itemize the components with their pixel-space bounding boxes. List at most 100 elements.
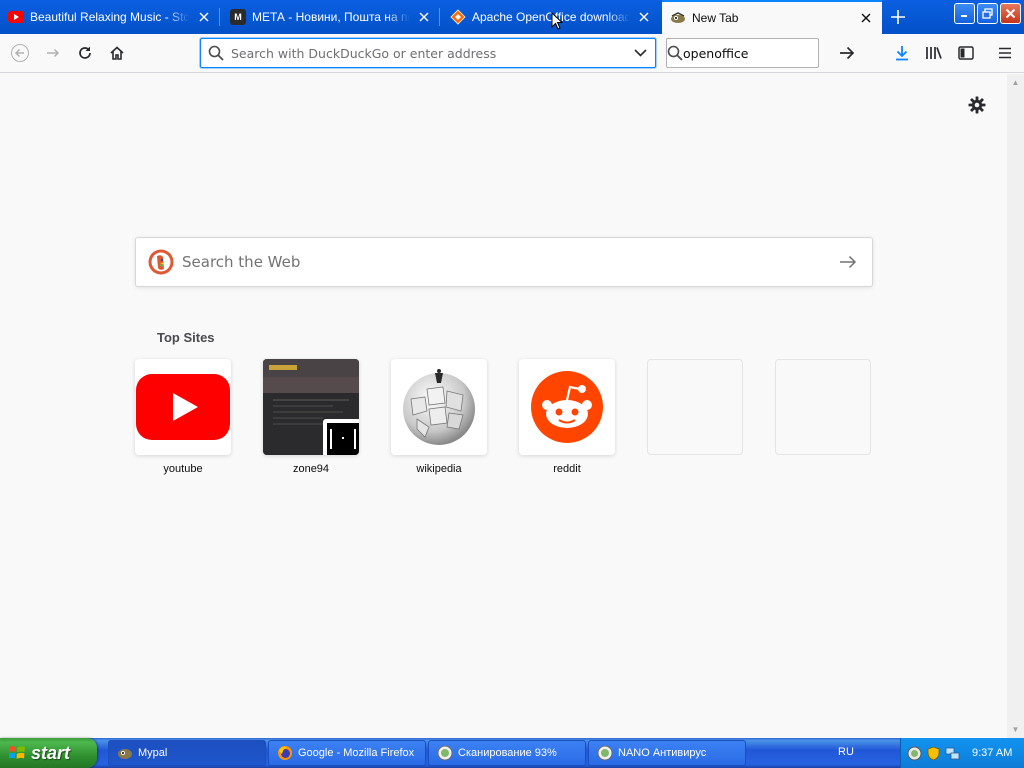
close-icon: [1005, 8, 1016, 19]
top-site-empty[interactable]: [775, 359, 871, 455]
tile-label: youtube: [163, 463, 203, 475]
gear-icon: [968, 96, 986, 114]
close-icon[interactable]: [636, 9, 652, 25]
address-input[interactable]: [231, 40, 625, 66]
taskbar-item-mypal[interactable]: Mypal: [108, 740, 266, 766]
top-site-reddit[interactable]: reddit: [519, 359, 615, 475]
minimize-button[interactable]: [954, 3, 975, 24]
restore-icon: [982, 8, 993, 19]
firefox-newtab-icon: [670, 10, 686, 26]
taskbar-item-label: Сканирование 93%: [458, 747, 557, 759]
search-submit-button[interactable]: [828, 242, 868, 282]
go-arrow-icon[interactable]: [839, 46, 855, 60]
search-icon: [667, 45, 683, 61]
top-site-empty[interactable]: [647, 359, 743, 455]
tile-thumbnail[interactable]: [263, 359, 359, 455]
downloads-button[interactable]: [887, 38, 917, 68]
mouse-cursor-icon: [551, 12, 563, 30]
address-bar[interactable]: [200, 38, 656, 68]
tab-youtube[interactable]: Beautiful Relaxing Music - Stop Overthin…: [0, 0, 220, 34]
customize-button[interactable]: [964, 92, 990, 118]
clock: 9:37 AM: [972, 747, 1013, 759]
top-site-youtube[interactable]: youtube: [135, 359, 231, 475]
scroll-down-icon[interactable]: ▼: [1011, 725, 1020, 734]
system-tray: 9:37 AM: [900, 738, 1024, 768]
taskbar-item-label: Google - Mozilla Firefox: [298, 747, 415, 759]
scroll-up-icon[interactable]: ▲: [1011, 78, 1020, 87]
library-button[interactable]: [919, 38, 949, 68]
search-bar[interactable]: [666, 38, 855, 68]
close-icon[interactable]: [196, 9, 212, 25]
mypal-icon: [118, 749, 132, 759]
tile-thumbnail[interactable]: [391, 359, 487, 455]
language-indicator[interactable]: RU: [838, 746, 854, 758]
download-icon: [896, 46, 908, 61]
taskbar-item-firefox[interactable]: Google - Mozilla Firefox: [268, 740, 426, 766]
go-arrow-icon: [840, 255, 857, 269]
taskbar-item-nano[interactable]: NANO Антивирус: [588, 740, 746, 766]
empty-tile-placeholder[interactable]: [775, 359, 871, 455]
tab-title: МЕТА - Новини, Пошта на порталі: [252, 10, 410, 24]
home-icon: [110, 46, 124, 60]
tab-meta[interactable]: M МЕТА - Новини, Пошта на порталі: [222, 0, 440, 34]
taskbar-item-label: NANO Антивирус: [618, 747, 707, 759]
shield-icon[interactable]: [926, 746, 941, 761]
close-icon[interactable]: [858, 10, 874, 26]
forward-arrow-icon: [47, 48, 60, 58]
hamburger-menu-icon: [999, 47, 1011, 59]
wikipedia-globe-icon: [403, 369, 475, 445]
reddit-alien-icon: [531, 371, 603, 443]
sidebar-button[interactable]: [951, 38, 981, 68]
minimize-icon: [961, 15, 967, 17]
youtube-icon: [136, 374, 230, 440]
start-button[interactable]: start: [0, 738, 97, 768]
vertical-scrollbar[interactable]: ▲ ▼: [1007, 74, 1024, 738]
firefox-icon: [278, 746, 292, 760]
plus-icon: [891, 10, 905, 24]
duckduckgo-icon: [148, 249, 174, 275]
tab-title: New Tab: [692, 11, 739, 25]
window-close-button[interactable]: [1000, 3, 1021, 24]
reload-button[interactable]: [70, 38, 100, 68]
web-search-input[interactable]: [182, 253, 828, 271]
meta-m-icon: M: [230, 9, 246, 25]
taskbar-item-scan[interactable]: Сканирование 93%: [428, 740, 586, 766]
tile-label: reddit: [553, 463, 581, 475]
search-input[interactable]: [683, 40, 839, 66]
tile-thumbnail[interactable]: [135, 359, 231, 455]
close-icon[interactable]: [416, 9, 432, 25]
tile-label: zone94: [292, 463, 330, 475]
library-icon: [926, 47, 942, 59]
tab-new-tab[interactable]: New Tab: [662, 0, 882, 34]
tile-thumbnail[interactable]: [519, 359, 615, 455]
sidebar-icon: [958, 46, 974, 60]
chevron-down-icon[interactable]: [625, 49, 655, 57]
restore-button[interactable]: [977, 3, 998, 24]
web-search-box[interactable]: [135, 237, 873, 287]
taskbar-item-label: Mypal: [138, 747, 168, 759]
nano-tray-icon[interactable]: [907, 746, 922, 761]
search-icon: [201, 45, 231, 61]
empty-tile-placeholder[interactable]: [647, 359, 743, 455]
new-tab-button[interactable]: [884, 4, 912, 30]
top-site-zone94[interactable]: zone94: [263, 359, 359, 475]
sourceforge-diamond-icon: [450, 9, 466, 25]
forward-button[interactable]: [38, 38, 68, 68]
back-arrow-icon: [11, 44, 29, 62]
windows-taskbar: start Mypal Google - Mozilla Firefox Ска…: [0, 738, 1024, 768]
tab-title: Beautiful Relaxing Music - Stop Overthin…: [30, 10, 190, 24]
zone94-thumbnail: [263, 359, 359, 455]
nano-antivirus-icon: [597, 745, 613, 761]
menu-button[interactable]: [990, 38, 1020, 68]
start-label: start: [31, 742, 71, 763]
windows-logo-icon: [9, 746, 25, 759]
new-tab-page: Top Sites youtube: [0, 74, 1007, 738]
top-site-wikipedia[interactable]: wikipedia: [391, 359, 487, 475]
back-button[interactable]: [5, 38, 35, 68]
nano-antivirus-icon: [437, 745, 453, 761]
reload-icon: [79, 46, 91, 59]
navigation-toolbar: [0, 34, 1024, 73]
youtube-icon: [8, 9, 24, 25]
network-icon[interactable]: [945, 746, 960, 761]
home-button[interactable]: [102, 38, 132, 68]
